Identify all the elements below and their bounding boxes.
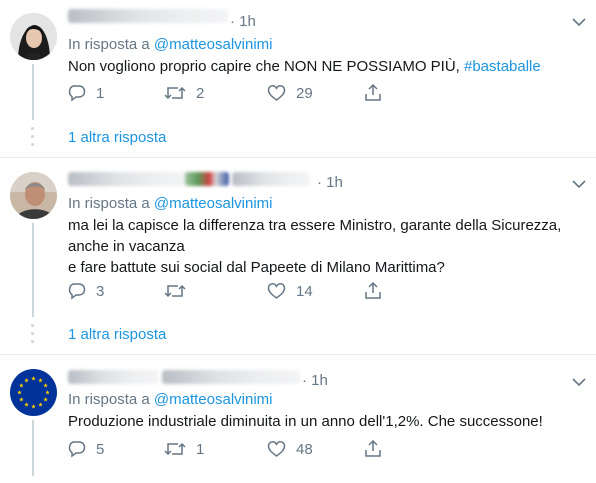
heart-icon (267, 85, 286, 101)
tweet-text-line: anche in vacanza (68, 238, 185, 255)
retweet-icon (164, 86, 186, 100)
chevron-down-icon[interactable] (572, 374, 586, 392)
reply-handle-link[interactable]: @matteosalvinimi (154, 36, 273, 53)
like-count: 29 (296, 84, 313, 102)
retweet-button[interactable]: 1 (164, 440, 204, 458)
like-button[interactable]: 48 (267, 440, 313, 458)
tweet-time[interactable]: · 1h (230, 13, 256, 30)
reply-count: 5 (96, 440, 105, 458)
author-name-blurred[interactable] (68, 9, 228, 23)
heart-icon (267, 441, 286, 457)
reply-prefix: In risposta a (68, 391, 150, 408)
retweet-icon (164, 442, 186, 456)
chevron-down-icon[interactable] (572, 14, 586, 32)
reply-icon (68, 283, 86, 300)
reply-context: In risposta a @matteosalvinimi (68, 36, 272, 53)
tweet-text-line: e fare battute sui social dal Papeete di… (68, 259, 445, 276)
author-name-blurred[interactable] (68, 370, 158, 384)
tweet-time[interactable]: · 1h (317, 174, 343, 191)
reply-button[interactable]: 5 (68, 440, 104, 458)
avatar[interactable] (10, 369, 57, 416)
thread-dots (31, 324, 35, 348)
share-button[interactable] (364, 83, 382, 102)
chevron-down-icon[interactable] (572, 176, 586, 194)
avatar[interactable] (10, 172, 57, 219)
reply-count: 3 (96, 282, 105, 300)
reply-button[interactable]: 1 (68, 84, 104, 102)
retweet-button[interactable]: 2 (164, 84, 204, 102)
reply-handle-link[interactable]: @matteosalvinimi (154, 195, 273, 212)
tweet-text-line: ma lei la capisce la differenza tra esse… (68, 217, 562, 234)
author-flags-blurred (185, 172, 229, 186)
share-icon (365, 281, 381, 299)
reply-button[interactable]: 3 (68, 282, 104, 300)
share-button[interactable] (364, 439, 382, 458)
like-count: 14 (296, 282, 313, 300)
thread-dots (31, 127, 35, 151)
share-icon (365, 439, 381, 457)
tweet-text: ma lei la capisce la differenza tra esse… (68, 215, 588, 278)
tweet-text: Produzione industriale diminuita in un a… (68, 411, 588, 432)
tweet-text: Non vogliono proprio capire che NON NE P… (68, 56, 588, 77)
thread-line (32, 223, 34, 317)
more-replies-link[interactable]: 1 altra risposta (68, 129, 166, 146)
tweet-time[interactable]: · 1h (302, 372, 328, 389)
retweet-count: 1 (196, 440, 205, 458)
reply-count: 1 (96, 84, 105, 102)
heart-icon (267, 283, 286, 299)
thread-line (32, 420, 34, 476)
like-button[interactable]: 14 (267, 282, 313, 300)
like-count: 48 (296, 440, 313, 458)
tweet-text-line: Non vogliono proprio capire che NON NE P… (68, 58, 464, 75)
divider (0, 157, 596, 158)
reply-context: In risposta a @matteosalvinimi (68, 391, 272, 408)
reply-icon (68, 85, 86, 102)
reply-prefix: In risposta a (68, 195, 150, 212)
reply-icon (68, 441, 86, 458)
retweet-button[interactable] (164, 282, 196, 300)
more-replies-link[interactable]: 1 altra risposta (68, 326, 166, 343)
reply-prefix: In risposta a (68, 36, 150, 53)
hashtag-link[interactable]: #bastaballe (464, 58, 541, 75)
share-button[interactable] (364, 281, 382, 300)
reply-context: In risposta a @matteosalvinimi (68, 195, 272, 212)
retweet-count: 2 (196, 84, 205, 102)
share-icon (365, 83, 381, 101)
author-handle-blurred[interactable] (162, 370, 300, 384)
reply-handle-link[interactable]: @matteosalvinimi (154, 391, 273, 408)
retweet-icon (164, 284, 186, 298)
thread-line (32, 64, 34, 120)
tweet-text-line: Produzione industriale diminuita in un a… (68, 413, 543, 430)
avatar[interactable] (10, 13, 57, 60)
author-handle-blurred[interactable] (232, 172, 310, 186)
divider (0, 354, 596, 355)
author-name-blurred[interactable] (68, 172, 188, 186)
like-button[interactable]: 29 (267, 84, 313, 102)
